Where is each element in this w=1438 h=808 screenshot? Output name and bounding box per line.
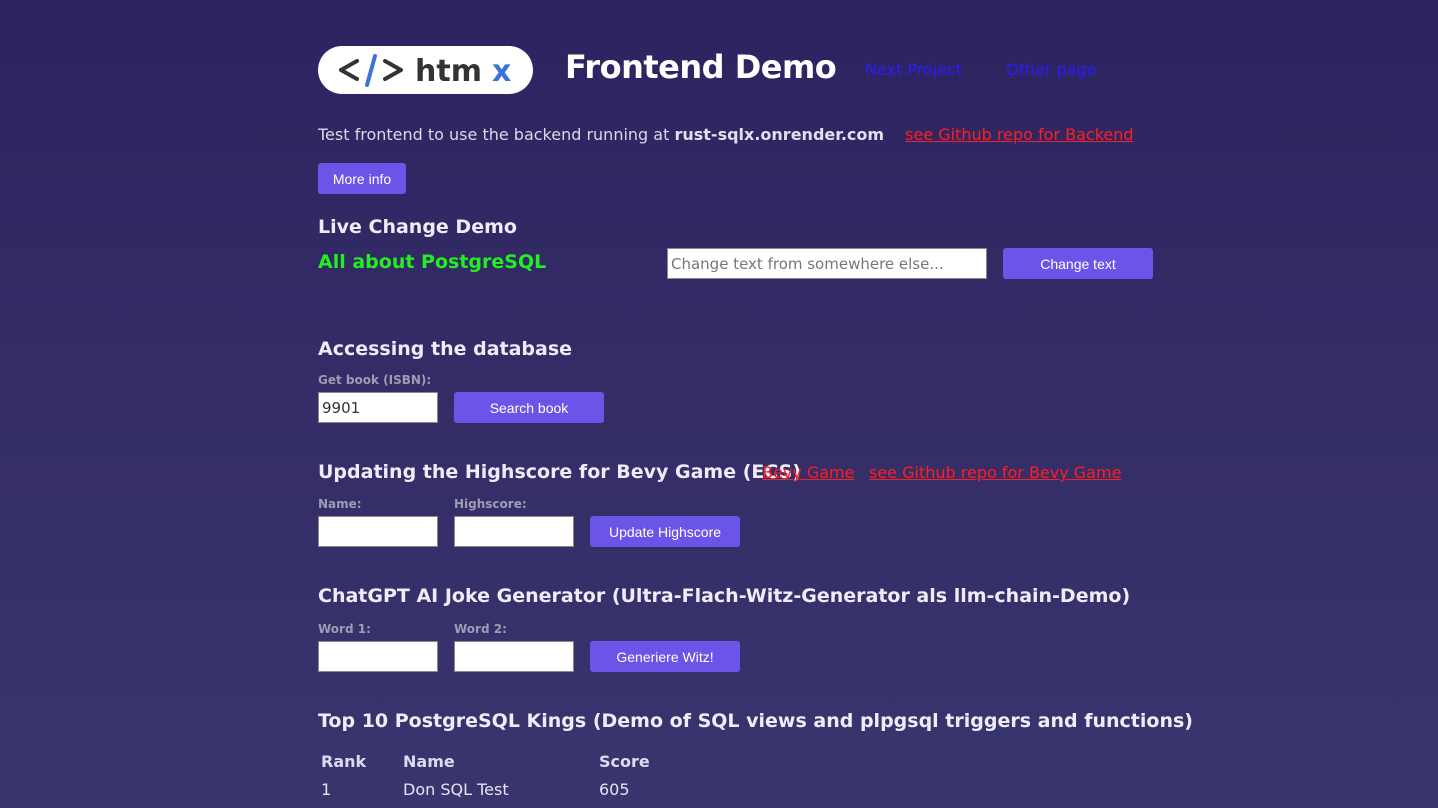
name-label: Name: bbox=[318, 497, 362, 511]
isbn-label: Get book (ISBN): bbox=[318, 373, 432, 387]
highscore-input[interactable] bbox=[454, 516, 574, 547]
word1-label: Word 1: bbox=[318, 622, 371, 636]
kings-header-row: Rank Name Score bbox=[318, 748, 676, 774]
column-name: Name bbox=[403, 751, 455, 771]
word2-label: Word 2: bbox=[454, 622, 507, 636]
word1-input[interactable] bbox=[318, 641, 438, 672]
generate-joke-button[interactable]: Generiere Witz! bbox=[590, 641, 740, 672]
live-change-text: All about PostgreSQL bbox=[318, 251, 547, 273]
more-info-button[interactable]: More info bbox=[318, 163, 406, 194]
htmx-logo[interactable]: htm x bbox=[318, 46, 533, 94]
column-score: Score bbox=[599, 751, 650, 771]
rank-cell: 1 bbox=[321, 779, 332, 799]
svg-text:htm: htm bbox=[415, 54, 482, 87]
highscore-label: Highscore: bbox=[454, 497, 527, 511]
search-book-button[interactable]: Search book bbox=[454, 392, 604, 423]
intro-text: Test frontend to use the backend running… bbox=[318, 125, 1134, 144]
score-cell: 605 bbox=[599, 779, 630, 799]
nav-link-other-page[interactable]: Other page bbox=[1006, 60, 1096, 79]
highscore-heading: Updating the Highscore for Bevy Game (EC… bbox=[318, 461, 802, 483]
name-input[interactable] bbox=[318, 516, 438, 547]
kings-heading: Top 10 PostgreSQL Kings (Demo of SQL vie… bbox=[318, 710, 1193, 732]
change-text-button[interactable]: Change text bbox=[1003, 248, 1153, 279]
bevy-repo-link[interactable]: see Github repo for Bevy Game bbox=[869, 463, 1121, 482]
backend-repo-link[interactable]: see Github repo for Backend bbox=[905, 125, 1133, 144]
kings-table: Rank Name Score 1 Don SQL Test 605 bbox=[318, 748, 676, 804]
name-cell: Don SQL Test bbox=[403, 779, 509, 799]
svg-text:x: x bbox=[492, 54, 511, 87]
isbn-input[interactable] bbox=[318, 392, 438, 423]
live-change-heading: Live Change Demo bbox=[318, 216, 517, 238]
update-highscore-button[interactable]: Update Highscore bbox=[590, 516, 740, 547]
table-row: 1 Don SQL Test 605 bbox=[318, 774, 676, 804]
database-heading: Accessing the database bbox=[318, 338, 573, 360]
joke-heading: ChatGPT AI Joke Generator (Ultra-Flach-W… bbox=[318, 585, 1131, 607]
column-rank: Rank bbox=[321, 751, 367, 771]
change-text-input[interactable] bbox=[667, 248, 987, 279]
bevy-game-link[interactable]: Bevy Game bbox=[762, 463, 854, 482]
nav-link-next-project[interactable]: Next Project bbox=[865, 60, 962, 79]
page-title: Frontend Demo bbox=[565, 48, 837, 86]
backend-host: rust-sqlx.onrender.com bbox=[674, 125, 885, 144]
htmx-logo-icon: htm x bbox=[338, 54, 511, 87]
intro-description: Test frontend to use the backend running… bbox=[318, 125, 670, 144]
word2-input[interactable] bbox=[454, 641, 574, 672]
